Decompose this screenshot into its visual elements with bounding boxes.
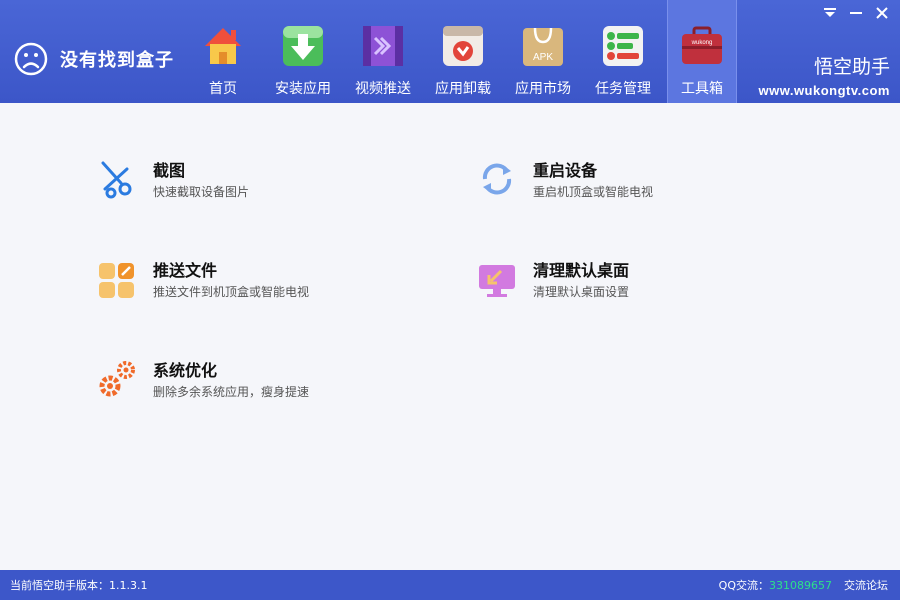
minimize-icon[interactable] — [846, 4, 866, 22]
download-icon — [283, 26, 323, 66]
tool-desc: 快速截取设备图片 — [153, 185, 250, 199]
version-text: 当前悟空助手版本：1.1.3.1 — [10, 579, 148, 592]
nav-item-tasks[interactable]: 任务管理 — [583, 0, 663, 103]
tool-title: 推送文件 — [153, 261, 218, 280]
brand-name: 悟空助手 — [813, 56, 890, 78]
nav-item-video-push[interactable]: 视频推送 — [343, 0, 423, 103]
uninstall-icon — [443, 26, 483, 66]
toolbox-icon: wukong — [682, 26, 722, 64]
tool-desc: 删除多余系统应用，瘦身提速 — [153, 385, 310, 399]
nav-label-install: 安装应用 — [275, 81, 331, 97]
toolbox-panel: 截图 快速截取设备图片 重启设备 重启机顶盒或智能电视 推送文件 推送文件到机顶… — [0, 103, 900, 570]
tool-desc: 推送文件到机顶盒或智能电视 — [153, 285, 310, 299]
nav-label-tasks: 任务管理 — [595, 81, 651, 97]
nav-item-toolbox[interactable]: wukong 工具箱 — [667, 0, 737, 103]
close-icon[interactable] — [872, 4, 892, 22]
home-icon — [205, 28, 241, 64]
tool-title: 重启设备 — [533, 161, 598, 180]
forum-link[interactable]: 交流论坛 — [844, 577, 888, 593]
qq-group: QQ交流：331089657 — [719, 577, 832, 593]
apk-badge: APK — [533, 52, 553, 63]
tool-desc: 重启机顶盒或智能电视 — [533, 185, 654, 199]
nav-item-market[interactable]: APK 应用市场 — [503, 0, 583, 103]
nav-label-video-push: 视频推送 — [355, 81, 411, 97]
header-bar: 没有找到盒子 首页 安装应用 视频推送 应用卸载 APK 应用市场 任务管理 w… — [0, 0, 900, 103]
tool-title: 清理默认桌面 — [533, 261, 630, 280]
push-file-icon — [99, 263, 134, 298]
status-bar: 当前悟空助手版本：1.1.3.1 QQ交流：331089657 交流论坛 — [0, 570, 900, 600]
window-controls — [820, 4, 892, 22]
menu-icon[interactable] — [820, 4, 840, 22]
nav-item-install[interactable]: 安装应用 — [263, 0, 343, 103]
tool-reboot[interactable]: 重启设备 重启机顶盒或智能电视 — [477, 157, 777, 217]
brand-url[interactable]: www.wukongtv.com — [758, 83, 890, 98]
nav-label-market: 应用市场 — [515, 81, 571, 97]
sad-face-icon — [14, 42, 48, 76]
gears-icon — [99, 361, 135, 397]
refresh-icon — [482, 163, 512, 195]
monitor-clean-icon — [479, 265, 515, 297]
nav-item-uninstall[interactable]: 应用卸载 — [423, 0, 503, 103]
nav-item-home[interactable]: 首页 — [183, 0, 263, 103]
qq-number[interactable]: 331089657 — [769, 579, 832, 592]
video-push-icon — [363, 26, 403, 66]
main-nav: 首页 安装应用 视频推送 应用卸载 APK 应用市场 任务管理 wukong 工… — [183, 0, 737, 103]
toolbox-badge: wukong — [691, 40, 713, 46]
tool-push-file[interactable]: 推送文件 推送文件到机顶盒或智能电视 — [97, 257, 397, 317]
footer-links: QQ交流：331089657 交流论坛 — [719, 577, 888, 593]
tool-clean-launcher[interactable]: 清理默认桌面 清理默认桌面设置 — [477, 257, 777, 317]
tool-screenshot[interactable]: 截图 快速截取设备图片 — [97, 157, 397, 217]
tool-desc: 清理默认桌面设置 — [533, 285, 630, 299]
tool-optimize[interactable]: 系统优化 删除多余系统应用，瘦身提速 — [97, 357, 397, 417]
device-status-text: 没有找到盒子 — [60, 50, 174, 71]
tool-title: 系统优化 — [153, 361, 218, 380]
nav-label-toolbox: 工具箱 — [681, 81, 723, 97]
scissors-icon — [101, 161, 132, 199]
qq-label: QQ交流： — [718, 579, 769, 592]
device-status: 没有找到盒子 — [14, 42, 174, 76]
nav-label-home: 首页 — [209, 81, 237, 97]
brand: 悟空助手 www.wukongtv.com — [758, 52, 890, 98]
apk-bag-icon: APK — [523, 27, 563, 66]
tool-title: 截图 — [153, 161, 186, 180]
task-icon — [603, 26, 643, 66]
nav-label-uninstall: 应用卸载 — [435, 81, 491, 97]
